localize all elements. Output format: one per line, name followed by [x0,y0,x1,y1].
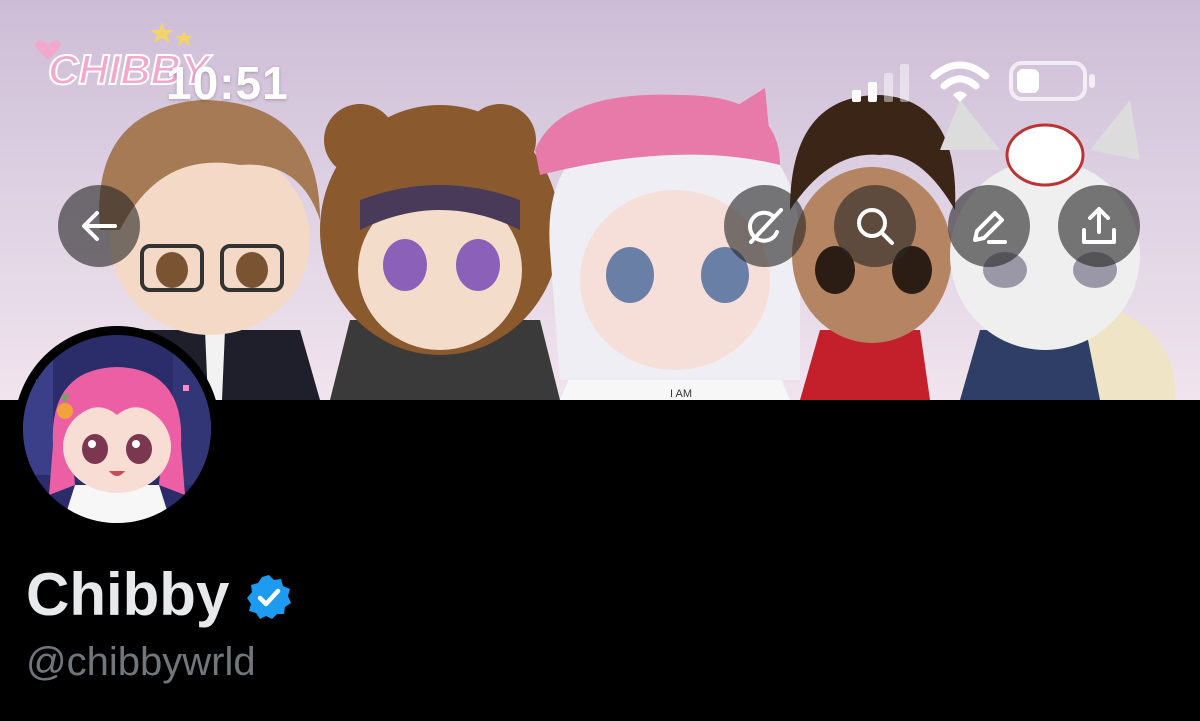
arrow-left-icon [82,211,117,241]
status-time: 10:51 [166,57,289,109]
cellular-signal-icon [852,64,909,102]
wifi-icon [930,61,990,102]
avatar-image [23,335,211,523]
search-button[interactable] [834,185,916,267]
edit-pencil-icon [973,211,1007,244]
back-button[interactable] [58,185,140,267]
profile-name-row: Chibby [26,560,293,629]
display-name: Chibby [26,561,230,628]
character-bear-hood [320,104,560,400]
share-icon [1082,207,1116,244]
search-icon [857,208,894,245]
grok-button[interactable] [724,185,806,267]
shirt-text: I AM [670,388,692,400]
battery-low-icon [1009,61,1095,101]
profile-handle: @chibbywrld [26,640,256,684]
edit-button[interactable] [948,185,1030,267]
share-button[interactable] [1058,185,1140,267]
verified-badge-icon[interactable] [245,573,293,621]
grok-icon [748,208,783,244]
profile-avatar[interactable] [14,326,220,532]
